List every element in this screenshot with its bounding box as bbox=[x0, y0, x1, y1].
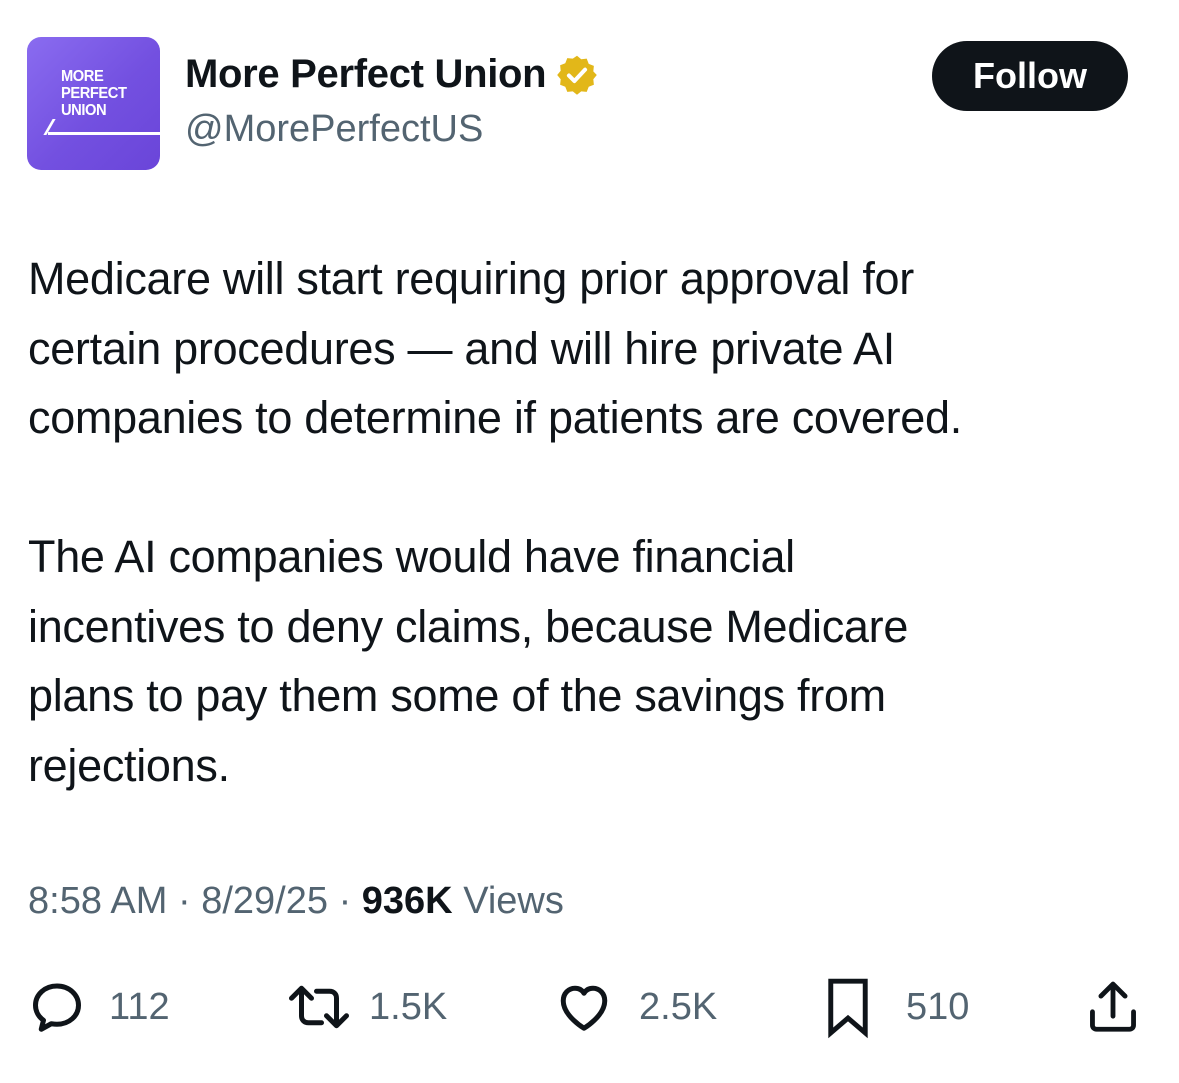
avatar-logo-line-1: MORE bbox=[61, 68, 104, 85]
tweet-meta: 8:58 AM · 8/29/25 · 936K Views bbox=[28, 880, 564, 923]
avatar-logo-underline bbox=[48, 132, 160, 135]
meta-separator: · bbox=[177, 880, 191, 922]
verified-badge-icon[interactable] bbox=[555, 53, 599, 97]
views-count[interactable]: 936K bbox=[362, 880, 453, 922]
repost-count: 1.5K bbox=[369, 985, 448, 1028]
heart-icon bbox=[560, 985, 608, 1031]
display-name-row: More Perfect Union bbox=[185, 52, 599, 97]
avatar-logo-line-3: UNION bbox=[61, 102, 107, 119]
avatar[interactable]: MORE PERFECT UNION bbox=[27, 37, 160, 170]
display-name[interactable]: More Perfect Union bbox=[185, 52, 547, 97]
reply-count: 112 bbox=[109, 985, 170, 1028]
tweet-actions: 112 1.5K 2.5K 510 bbox=[0, 975, 1179, 1039]
bookmark-count: 510 bbox=[906, 985, 970, 1028]
repost-button[interactable]: 1.5K bbox=[283, 975, 447, 1039]
tweet-text: Medicare will start requiring prior appr… bbox=[28, 244, 1148, 800]
follow-button[interactable]: Follow bbox=[932, 41, 1128, 111]
share-icon bbox=[1090, 981, 1136, 1032]
bookmark-icon bbox=[828, 978, 868, 1039]
like-button[interactable]: 2.5K bbox=[553, 975, 717, 1039]
share-button[interactable] bbox=[1084, 975, 1142, 1039]
repost-icon bbox=[289, 985, 349, 1029]
views-label[interactable]: Views bbox=[463, 880, 564, 922]
tweet-paragraph-1: Medicare will start requiring prior appr… bbox=[28, 253, 962, 443]
like-count: 2.5K bbox=[639, 985, 718, 1028]
reply-button[interactable]: 112 bbox=[27, 975, 170, 1039]
reply-icon bbox=[33, 983, 81, 1032]
meta-separator: · bbox=[338, 880, 352, 922]
avatar-logo-line-2: PERFECT bbox=[61, 85, 127, 102]
tweet-time[interactable]: 8:58 AM bbox=[28, 880, 167, 922]
tweet-date[interactable]: 8/29/25 bbox=[201, 880, 328, 922]
bookmark-button[interactable]: 510 bbox=[818, 975, 969, 1039]
user-handle[interactable]: @MorePerfectUS bbox=[185, 108, 483, 151]
avatar-logo-text: MORE PERFECT UNION bbox=[61, 68, 160, 119]
tweet-paragraph-2: The AI companies would have financial in… bbox=[28, 531, 909, 791]
